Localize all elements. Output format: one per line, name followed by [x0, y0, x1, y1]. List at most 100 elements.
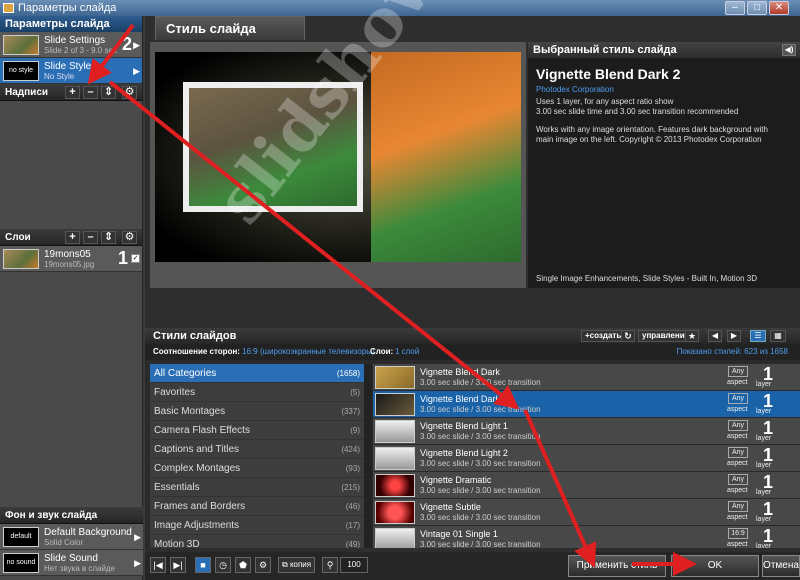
- category-item[interactable]: Camera Flash Effects (9): [150, 421, 364, 440]
- gear-icon[interactable]: ⚙: [255, 557, 271, 573]
- minimize-button[interactable]: –: [725, 1, 745, 15]
- category-item[interactable]: Frames and Borders (46): [150, 497, 364, 516]
- category-name: Favorites: [154, 387, 196, 398]
- category-count: (5): [350, 388, 360, 397]
- add-caption-button[interactable]: +: [65, 86, 80, 99]
- copy-button[interactable]: ⧉ копия: [278, 557, 316, 573]
- styles-panel: Стили слайдов +создать ↻ управление ★ ◀ …: [145, 328, 800, 548]
- layer-number: 1: [117, 248, 128, 268]
- remove-layer-button[interactable]: –: [83, 231, 98, 244]
- layers-label: Слои: [5, 232, 31, 243]
- layer-checkbox[interactable]: ✓: [131, 254, 140, 263]
- aspect-label: aspect: [727, 541, 748, 548]
- style-timing: 3.00 sec slide / 3.00 sec transition: [420, 378, 541, 387]
- style-name: Vignette Dramatic: [420, 475, 492, 485]
- category-item[interactable]: Captions and Titles (424): [150, 440, 364, 459]
- category-item[interactable]: Image Adjustments (17): [150, 516, 364, 535]
- style-row[interactable]: Vignette Blend Dark 2 3.00 sec slide / 3.…: [373, 391, 800, 418]
- move-caption-button[interactable]: ⇕: [101, 86, 116, 99]
- slide-settings-item[interactable]: Slide Settings Slide 2 of 3 - 9.0 sec 2 …: [0, 32, 142, 58]
- gear-icon[interactable]: ⚙: [122, 86, 137, 99]
- layer-thumbnail: [3, 249, 39, 269]
- styles-filter-bar: Соотношение сторон: 16:9 (широкоэкранные…: [145, 344, 800, 360]
- categories-scrollbar[interactable]: [364, 364, 372, 548]
- category-item[interactable]: Favorites (5): [150, 383, 364, 402]
- preview-photo-main: [183, 82, 363, 212]
- style-thumbnail: [375, 420, 415, 443]
- speaker-icon[interactable]: ◀): [782, 44, 796, 56]
- chevron-right-icon: ▶: [134, 558, 141, 568]
- slide-style-title: Slide Style: [44, 61, 92, 72]
- style-timing: 3.00 sec slide / 3.00 sec transition: [420, 486, 541, 495]
- layer-label: layer: [756, 489, 772, 496]
- style-timing: 3.00 sec slide / 3.00 sec transition: [420, 513, 541, 522]
- background-thumbnail: default: [3, 527, 39, 547]
- window-titlebar: Параметры слайда – □ ✕: [0, 0, 800, 16]
- style-name: Vignette Blend Dark: [420, 367, 500, 377]
- slide-style-item[interactable]: no style Slide Style No Style ▶: [0, 58, 142, 84]
- prev-icon[interactable]: ◀: [708, 330, 722, 342]
- style-row[interactable]: Vignette Subtle 3.00 sec slide / 3.00 sec…: [373, 499, 800, 526]
- bottom-toolbar: |◀ ▶| ■ ◷ ⬟ ⚙ ⧉ копия ⚲ 100 Применить ст…: [145, 552, 800, 580]
- style-row[interactable]: Vignette Dramatic 3.00 sec slide / 3.00 s…: [373, 472, 800, 499]
- style-thumbnail: [375, 501, 415, 524]
- category-count: (46): [345, 502, 360, 511]
- aspect-ratio-value[interactable]: 16:9 (широкоэкранные телевизоры): [242, 347, 375, 356]
- first-slide-icon[interactable]: |◀: [150, 557, 166, 573]
- zoom-icon[interactable]: ⚲: [322, 557, 338, 573]
- layer-item[interactable]: 19mons05 19mons05.jpg 1 ✓: [0, 246, 142, 272]
- category-item[interactable]: All Categories (1658): [150, 364, 364, 383]
- aspect-label: aspect: [727, 487, 748, 494]
- list-view-icon[interactable]: ☰: [750, 330, 766, 342]
- grid-view-icon[interactable]: ▦: [770, 330, 786, 342]
- slide-params-header: Параметры слайда: [0, 16, 142, 32]
- zoom-input[interactable]: 100: [340, 557, 368, 573]
- style-row[interactable]: Vignette Blend Light 1 3.00 sec slide / 3…: [373, 418, 800, 445]
- category-count: (215): [341, 483, 360, 492]
- category-item[interactable]: Motion 3D (49): [150, 535, 364, 548]
- maximize-button[interactable]: □: [747, 1, 767, 15]
- next-icon[interactable]: ▶: [727, 330, 741, 342]
- style-preview: [150, 42, 526, 288]
- category-item[interactable]: Essentials (215): [150, 478, 364, 497]
- clock-icon[interactable]: ◷: [215, 557, 231, 573]
- move-layer-button[interactable]: ⇕: [101, 231, 116, 244]
- category-item[interactable]: Complex Montages (93): [150, 459, 364, 478]
- last-slide-icon[interactable]: ▶|: [170, 557, 186, 573]
- cancel-button[interactable]: Отмена: [762, 555, 800, 577]
- gear-icon[interactable]: ⚙: [122, 231, 137, 244]
- chevron-right-icon: ▶: [133, 40, 140, 50]
- tab-slide-style[interactable]: Стиль слайда: [155, 16, 305, 40]
- selected-style-header: Выбранный стиль слайда ◀): [528, 42, 800, 58]
- sound-item[interactable]: no sound Slide Sound Нет звука в слайде …: [0, 550, 143, 576]
- sound-title: Slide Sound: [44, 553, 98, 564]
- add-layer-button[interactable]: +: [65, 231, 80, 244]
- captions-list: [0, 101, 142, 229]
- category-item[interactable]: Basic Montages (337): [150, 402, 364, 421]
- category-name: All Categories: [154, 368, 217, 379]
- category-count: (17): [345, 521, 360, 530]
- category-count: (9): [350, 426, 360, 435]
- style-row[interactable]: Vintage 01 Single 1 3.00 sec slide / 3.00…: [373, 526, 800, 548]
- background-item[interactable]: default Default Background Solid Color ▶: [0, 524, 143, 550]
- style-title: Vignette Blend Dark 2: [536, 66, 681, 82]
- apply-style-button[interactable]: Применить стиль: [568, 555, 666, 577]
- background-sub: Solid Color: [44, 538, 84, 547]
- remove-caption-button[interactable]: –: [83, 86, 98, 99]
- selected-style-panel: Выбранный стиль слайда ◀) Vignette Blend…: [528, 42, 800, 288]
- refresh-icon[interactable]: ↻: [621, 330, 635, 342]
- shield-icon[interactable]: ⬟: [235, 557, 251, 573]
- aspect-label: aspect: [727, 433, 748, 440]
- chevron-right-icon: ▶: [133, 66, 140, 76]
- close-button[interactable]: ✕: [769, 1, 789, 15]
- ok-button[interactable]: OK: [671, 555, 759, 577]
- star-icon[interactable]: ★: [685, 330, 699, 342]
- style-row[interactable]: Vignette Blend Dark 3.00 sec slide / 3.00…: [373, 364, 800, 391]
- style-timing: 3.00 sec slide / 3.00 sec transition: [420, 432, 541, 441]
- category-count: (337): [341, 407, 360, 416]
- stop-icon[interactable]: ■: [195, 557, 211, 573]
- layers-filter-value[interactable]: 1 слой: [395, 344, 419, 360]
- style-row[interactable]: Vignette Blend Light 2 3.00 sec slide / 3…: [373, 445, 800, 472]
- app-icon: [3, 3, 14, 13]
- create-style-button[interactable]: +создать: [581, 330, 626, 342]
